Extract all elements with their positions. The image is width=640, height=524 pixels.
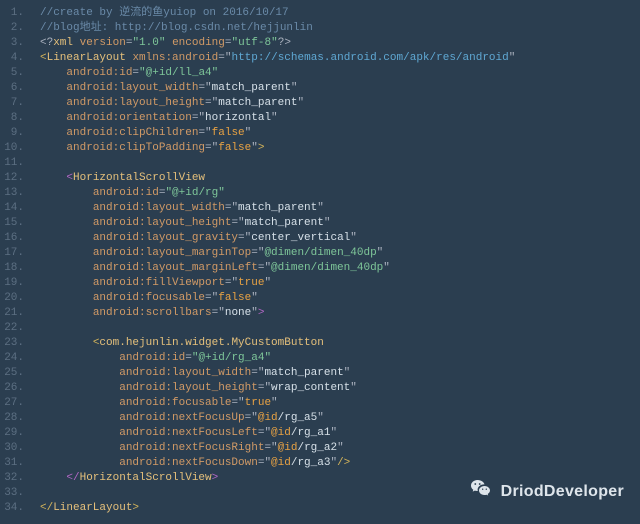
code-line[interactable]: android:layout_marginTop="@dimen/dimen_4… <box>40 246 632 261</box>
line-number-gutter: 1.2.3.4.5.6.7.8.9.10.11.12.13.14.15.16.1… <box>0 0 32 524</box>
line-number: 7. <box>4 96 24 111</box>
line-number: 22. <box>4 321 24 336</box>
code-editor[interactable]: 1.2.3.4.5.6.7.8.9.10.11.12.13.14.15.16.1… <box>0 0 640 524</box>
line-number: 12. <box>4 171 24 186</box>
code-line[interactable]: android:id="@+id/ll_a4" <box>40 66 632 81</box>
line-number: 3. <box>4 36 24 51</box>
code-line[interactable]: android:fillViewport="true" <box>40 276 632 291</box>
code-line[interactable]: android:layout_width="match_parent" <box>40 81 632 96</box>
code-line[interactable]: <HorizontalScrollView <box>40 171 632 186</box>
code-line[interactable]: <LinearLayout xmlns:android="http://sche… <box>40 51 632 66</box>
code-line[interactable]: android:focusable="true" <box>40 396 632 411</box>
code-line[interactable]: android:layout_gravity="center_vertical" <box>40 231 632 246</box>
code-line[interactable]: android:focusable="false" <box>40 291 632 306</box>
line-number: 32. <box>4 471 24 486</box>
line-number: 6. <box>4 81 24 96</box>
line-number: 2. <box>4 21 24 36</box>
line-number: 1. <box>4 6 24 21</box>
code-line[interactable]: android:layout_width="match_parent" <box>40 366 632 381</box>
line-number: 30. <box>4 441 24 456</box>
line-number: 27. <box>4 396 24 411</box>
line-number: 16. <box>4 231 24 246</box>
code-line[interactable] <box>40 156 632 171</box>
code-line[interactable]: android:id="@+id/rg_a4" <box>40 351 632 366</box>
code-line[interactable]: android:nextFocusUp="@id/rg_a5" <box>40 411 632 426</box>
line-number: 15. <box>4 216 24 231</box>
code-line[interactable]: android:scrollbars="none"> <box>40 306 632 321</box>
line-number: 34. <box>4 501 24 516</box>
line-number: 19. <box>4 276 24 291</box>
line-number: 14. <box>4 201 24 216</box>
code-line[interactable]: android:layout_marginLeft="@dimen/dimen_… <box>40 261 632 276</box>
line-number: 13. <box>4 186 24 201</box>
code-line[interactable]: android:nextFocusLeft="@id/rg_a1" <box>40 426 632 441</box>
line-number: 10. <box>4 141 24 156</box>
code-line[interactable]: </HorizontalScrollView> <box>40 471 632 486</box>
code-line[interactable]: <com.hejunlin.widget.MyCustomButton <box>40 336 632 351</box>
code-area[interactable]: //create by 逆流的鱼yuiop on 2016/10/17//blo… <box>32 0 640 524</box>
code-line[interactable]: android:nextFocusRight="@id/rg_a2" <box>40 441 632 456</box>
line-number: 18. <box>4 261 24 276</box>
line-number: 9. <box>4 126 24 141</box>
line-number: 24. <box>4 351 24 366</box>
code-line[interactable]: android:layout_height="match_parent" <box>40 96 632 111</box>
line-number: 20. <box>4 291 24 306</box>
code-line[interactable]: android:layout_height="wrap_content" <box>40 381 632 396</box>
line-number: 28. <box>4 411 24 426</box>
code-line[interactable]: //create by 逆流的鱼yuiop on 2016/10/17 <box>40 6 632 21</box>
code-line[interactable]: android:clipChildren="false" <box>40 126 632 141</box>
line-number: 33. <box>4 486 24 501</box>
code-line[interactable] <box>40 321 632 336</box>
code-line[interactable]: android:nextFocusDown="@id/rg_a3"/> <box>40 456 632 471</box>
code-line[interactable]: android:id="@+id/rg" <box>40 186 632 201</box>
code-line[interactable]: android:layout_width="match_parent" <box>40 201 632 216</box>
line-number: 4. <box>4 51 24 66</box>
line-number: 11. <box>4 156 24 171</box>
line-number: 23. <box>4 336 24 351</box>
line-number: 29. <box>4 426 24 441</box>
line-number: 31. <box>4 456 24 471</box>
line-number: 17. <box>4 246 24 261</box>
code-line[interactable]: //blog地址: http://blog.csdn.net/hejjunlin <box>40 21 632 36</box>
code-line[interactable] <box>40 486 632 501</box>
code-line[interactable]: android:layout_height="match_parent" <box>40 216 632 231</box>
line-number: 5. <box>4 66 24 81</box>
code-line[interactable]: android:orientation="horizontal" <box>40 111 632 126</box>
code-line[interactable]: android:clipToPadding="false"> <box>40 141 632 156</box>
code-line[interactable]: <?xml version="1.0" encoding="utf-8"?> <box>40 36 632 51</box>
line-number: 21. <box>4 306 24 321</box>
line-number: 25. <box>4 366 24 381</box>
line-number: 26. <box>4 381 24 396</box>
code-line[interactable]: </LinearLayout> <box>40 501 632 516</box>
line-number: 8. <box>4 111 24 126</box>
